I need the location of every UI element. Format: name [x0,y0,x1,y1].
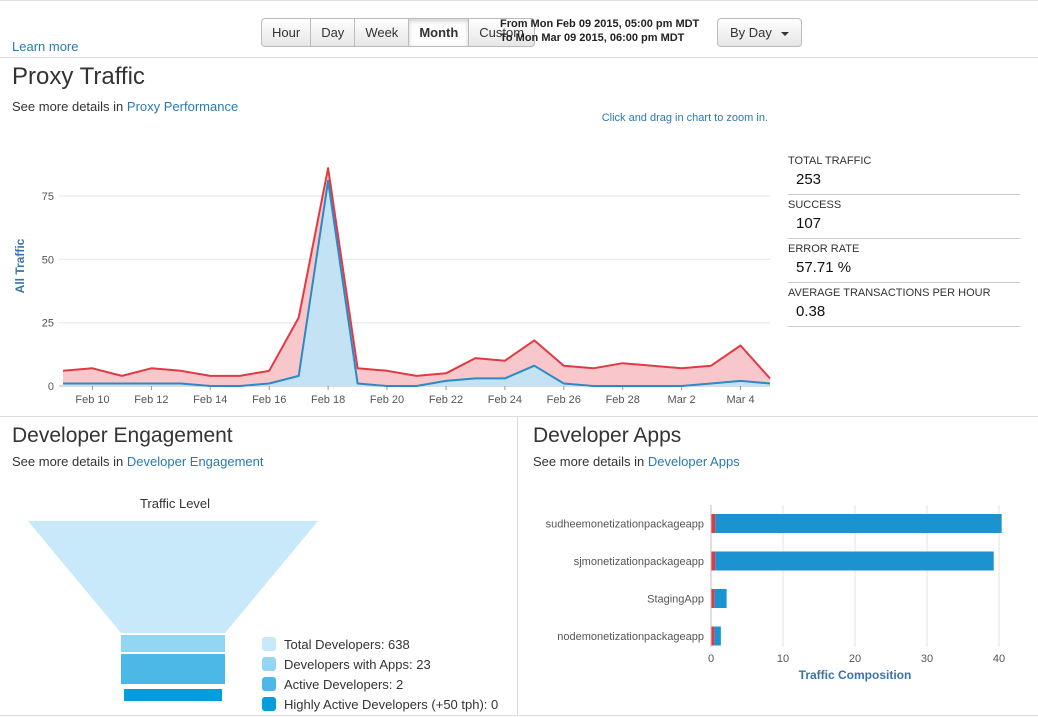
svg-text:Feb 24: Feb 24 [488,394,522,406]
svg-text:Feb 28: Feb 28 [606,394,640,406]
legend-highly-active-developers[interactable]: Highly Active Developers (+50 tph): 0 [262,694,498,714]
range-week-button[interactable]: Week [355,18,409,47]
svg-text:25: 25 [42,318,54,330]
svg-text:75: 75 [42,191,54,203]
legend-label: Total Developers: 638 [284,637,410,652]
legend-swatch-icon [262,697,276,711]
caret-down-icon [781,32,789,36]
svg-text:Mar 2: Mar 2 [668,394,696,406]
svg-text:sudheemonetizationpackageapp: sudheemonetizationpackageapp [546,519,704,531]
subtitle-prefix: See more details in [533,454,648,469]
svg-text:40: 40 [993,653,1005,665]
stat-label: TOTAL TRAFFIC [788,155,1020,167]
svg-text:50: 50 [42,254,54,266]
stat-label: SUCCESS [788,199,1020,211]
developer-apps-subtitle: See more details in Developer Apps [533,454,740,469]
interval-dropdown-button[interactable]: By Day [717,18,802,47]
funnel-legend: Total Developers: 638 Developers with Ap… [262,634,498,714]
legend-label: Active Developers: 2 [284,677,403,692]
legend-label: Developers with Apps: 23 [284,657,431,672]
interval-dropdown-label: By Day [730,25,772,40]
developer-apps-chart: 0 10 20 30 40 sudheemonetizationpackageapp sjm… [518,499,1033,687]
zoom-hint-text: Click and drag in chart to zoom in. [0,112,768,124]
svg-text:Traffic Composition: Traffic Composition [799,668,912,682]
stat-total-traffic: TOTAL TRAFFIC 253 [788,151,1020,195]
svg-text:30: 30 [921,653,933,665]
stat-error-rate: ERROR RATE 57.71 % [788,239,1020,283]
developer-engagement-subtitle: See more details in Developer Engagement [12,454,264,469]
stat-value: 107 [788,211,1020,232]
svg-text:0: 0 [48,381,54,393]
svg-text:20: 20 [849,653,861,665]
range-month-button[interactable]: Month [409,18,469,47]
svg-text:Feb 16: Feb 16 [252,394,286,406]
svg-text:0: 0 [708,653,714,665]
stat-label: AVERAGE TRANSACTIONS PER HOUR [788,287,1020,299]
legend-active-developers[interactable]: Active Developers: 2 [262,674,498,694]
svg-text:StagingApp: StagingApp [647,594,704,606]
svg-text:Feb 18: Feb 18 [311,394,345,406]
learn-more-link[interactable]: Learn more [12,39,78,54]
svg-text:10: 10 [777,653,789,665]
stat-value: 57.71 % [788,255,1020,276]
date-from-text: From Mon Feb 09 2015, 05:00 pm MDT [500,17,699,31]
legend-swatch-icon [262,637,276,651]
proxy-traffic-chart[interactable]: 0 25 50 75 Feb 10 Feb 12 Feb 14 Feb 16 Feb 18 Feb… [0,141,780,409]
legend-swatch-icon [262,657,276,671]
developer-engagement-link[interactable]: Developer Engagement [127,454,264,469]
date-range-display: From Mon Feb 09 2015, 05:00 pm MDT To Mo… [500,17,699,45]
stat-value: 0.38 [788,299,1020,320]
header-divider [0,57,1038,58]
range-day-button[interactable]: Day [311,18,355,47]
svg-text:Feb 12: Feb 12 [134,394,168,406]
developer-apps-link[interactable]: Developer Apps [648,454,740,469]
developer-engagement-title: Developer Engagement [12,424,233,448]
legend-swatch-icon [262,677,276,691]
stat-avg-tph: AVERAGE TRANSACTIONS PER HOUR 0.38 [788,283,1020,327]
funnel-chart-title: Traffic Level [85,496,265,511]
traffic-stats-panel: TOTAL TRAFFIC 253 SUCCESS 107 ERROR RATE… [788,151,1020,327]
subtitle-prefix: See more details in [12,454,127,469]
time-range-button-group: Hour Day Week Month Custom [261,18,535,47]
stat-value: 253 [788,167,1020,188]
svg-text:sjmonetizationpackageapp: sjmonetizationpackageapp [574,556,704,568]
stat-success: SUCCESS 107 [788,195,1020,239]
bottom-divider [0,715,1038,716]
legend-total-developers[interactable]: Total Developers: 638 [262,634,498,654]
developer-apps-title: Developer Apps [533,424,681,448]
svg-text:nodemonetizationpackageapp: nodemonetizationpackageapp [557,631,704,643]
legend-developers-with-apps[interactable]: Developers with Apps: 23 [262,654,498,674]
analytics-dashboard: Learn more Hour Day Week Month Custom Fr… [0,0,1038,717]
svg-text:Feb 20: Feb 20 [370,394,404,406]
svg-text:Feb 26: Feb 26 [547,394,581,406]
svg-text:Feb 22: Feb 22 [429,394,463,406]
svg-text:Feb 14: Feb 14 [193,394,227,406]
date-to-text: To Mon Mar 09 2015, 06:00 pm MDT [500,31,699,45]
svg-text:Feb 10: Feb 10 [75,394,109,406]
svg-text:All Traffic: All Traffic [13,238,27,293]
proxy-traffic-title: Proxy Traffic [12,63,145,91]
stat-label: ERROR RATE [788,243,1020,255]
section-divider [0,416,1038,417]
svg-text:Mar 4: Mar 4 [726,394,754,406]
legend-label: Highly Active Developers (+50 tph): 0 [284,697,498,712]
range-hour-button[interactable]: Hour [261,18,311,47]
